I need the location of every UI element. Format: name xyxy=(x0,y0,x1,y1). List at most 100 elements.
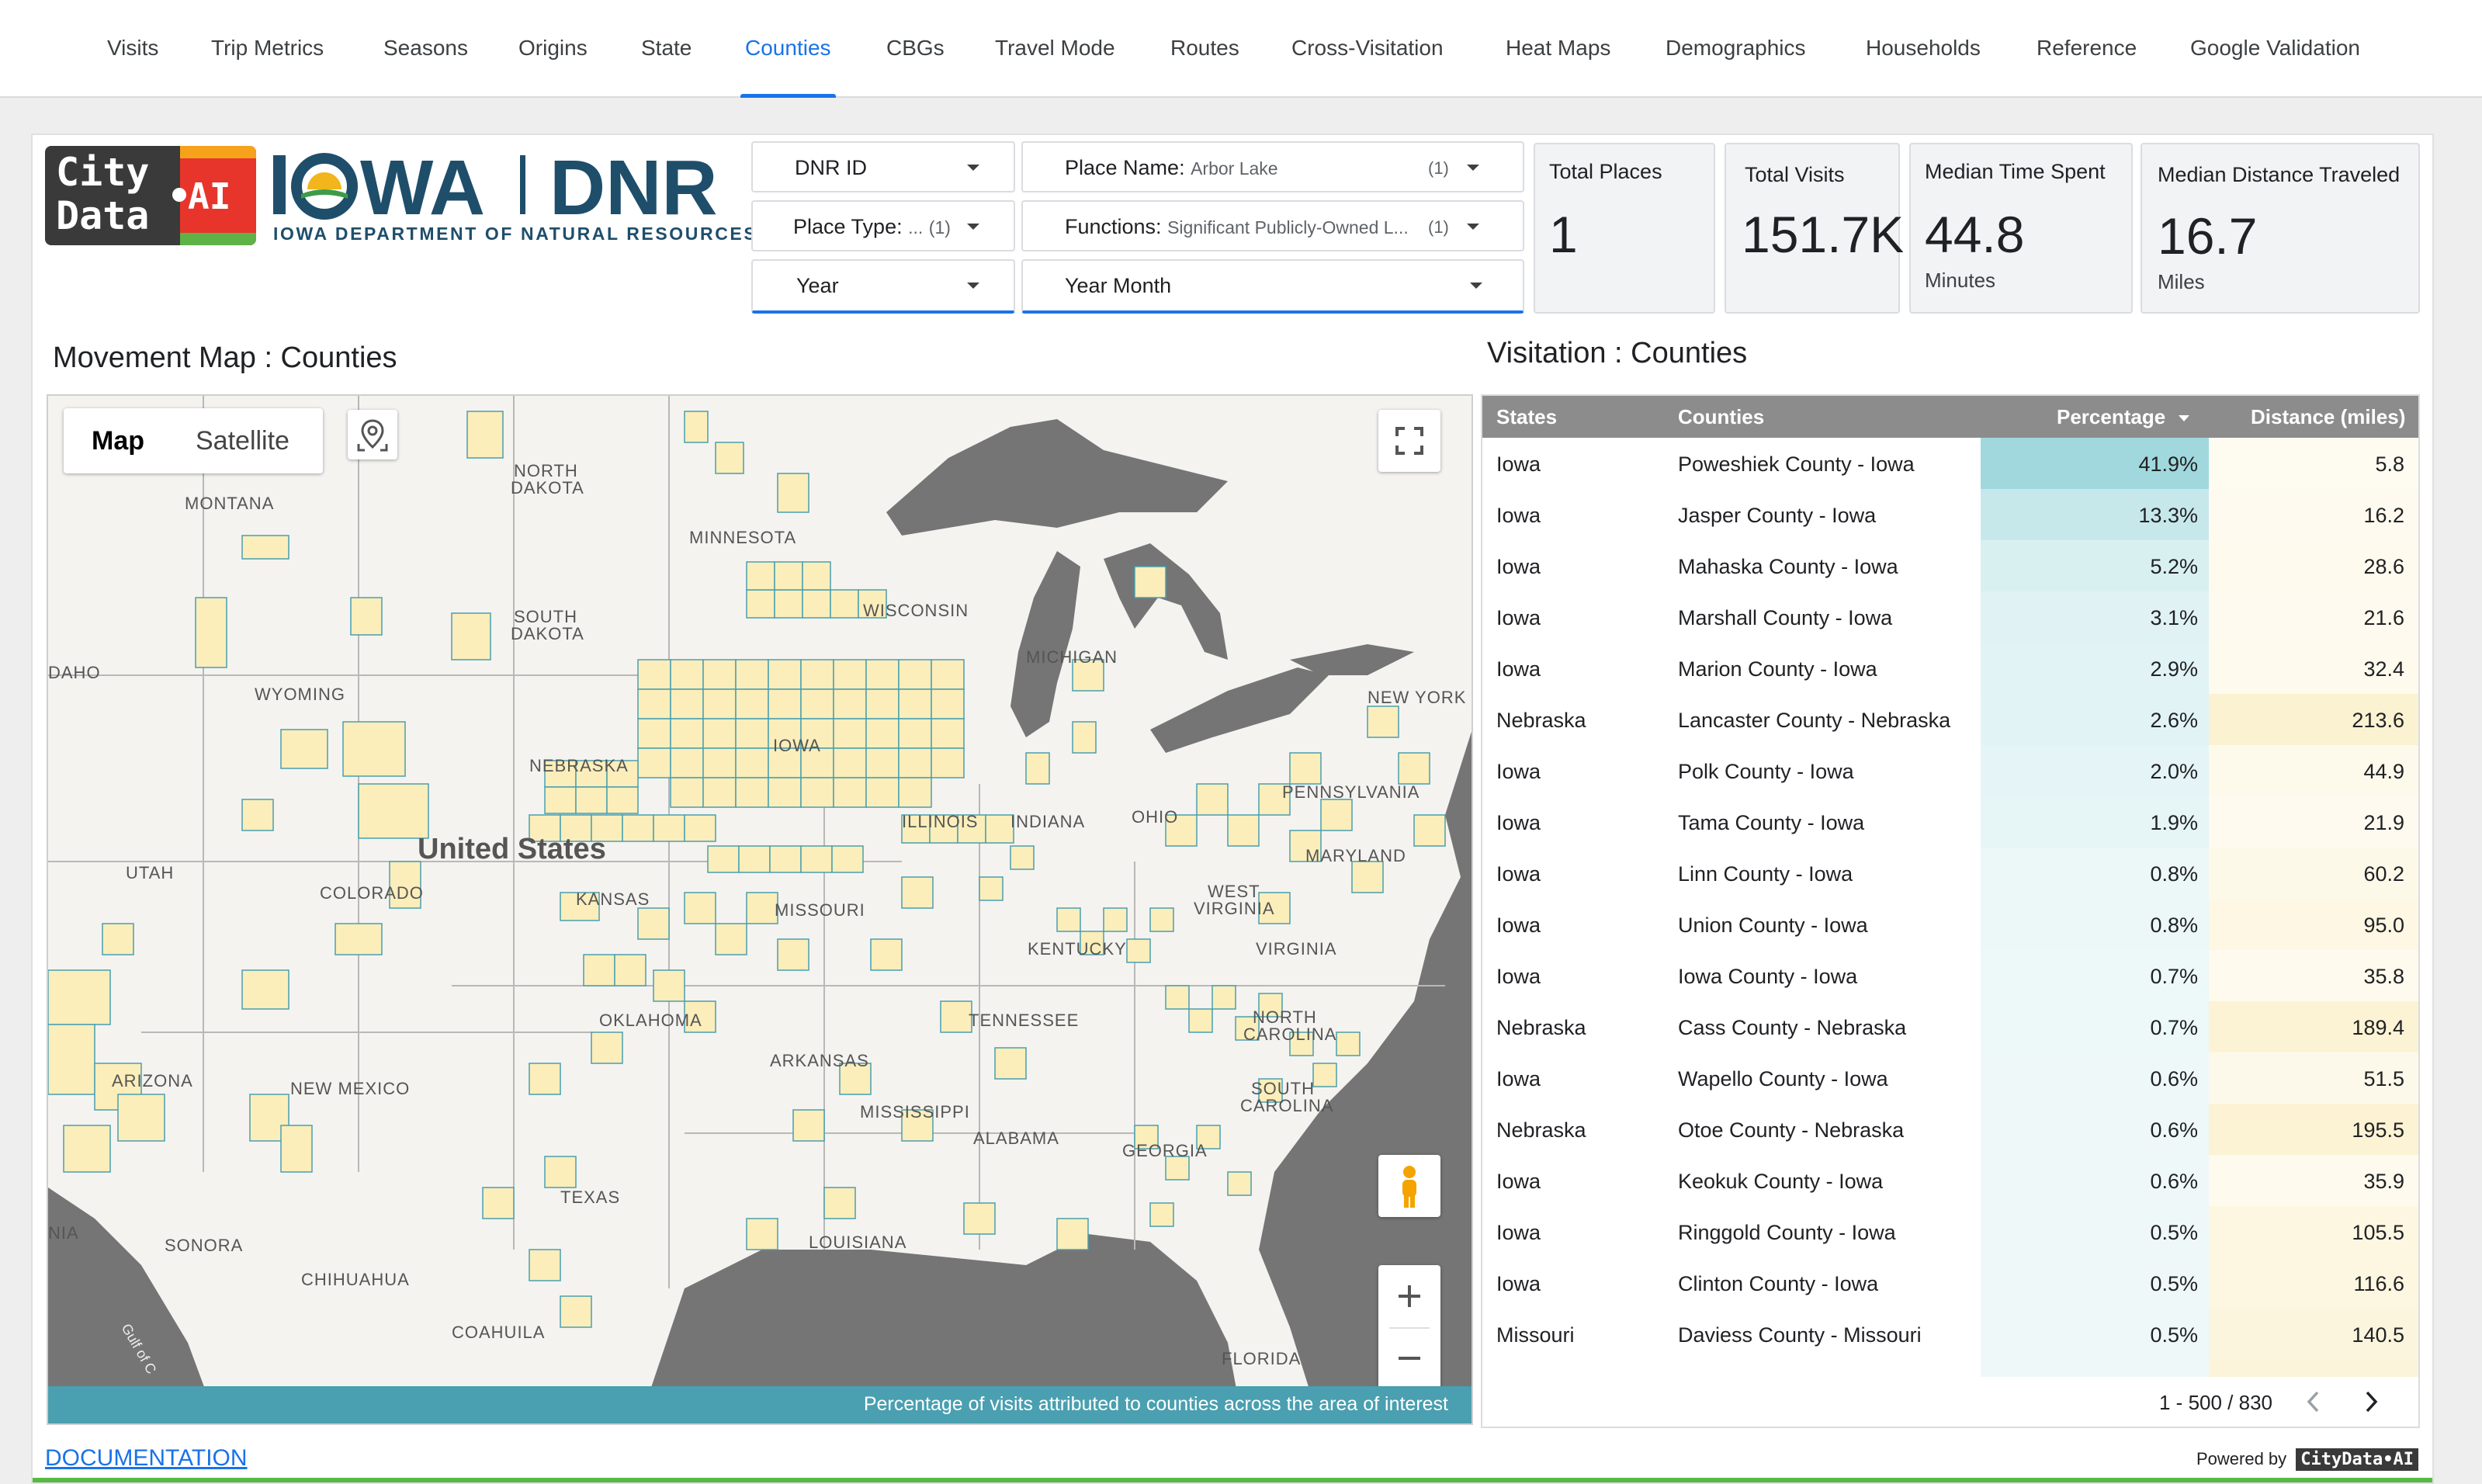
table-row[interactable]: MissouriMonroe County - Missouri0.5%157.… xyxy=(1482,1360,2418,1378)
cell-percentage: 41.9% xyxy=(2138,452,2198,476)
tab-origins[interactable]: Origins xyxy=(518,0,588,98)
cell-county: Daviess County - Missouri xyxy=(1678,1323,1922,1347)
fullscreen-button[interactable] xyxy=(1378,410,1440,472)
tab-reference[interactable]: Reference xyxy=(2037,0,2137,98)
tab-routes[interactable]: Routes xyxy=(1170,0,1239,98)
cell-percentage: 0.6% xyxy=(2150,1118,2198,1142)
cell-distance: 116.6 xyxy=(2353,1272,2404,1295)
svg-text:CHIHUAHUA: CHIHUAHUA xyxy=(301,1270,410,1289)
tab-heat-maps[interactable]: Heat Maps xyxy=(1506,0,1610,98)
year-month-filter[interactable]: Year Month xyxy=(1021,259,1524,314)
header-distance[interactable]: Distance (miles) xyxy=(2251,405,2405,429)
year-filter[interactable]: Year xyxy=(751,259,1015,314)
kpi-median-time-spent: Median Time Spent 44.8 Minutes xyxy=(1909,143,2133,314)
cell-distance: 21.9 xyxy=(2363,811,2404,834)
table-row[interactable]: Iowa Clinton County - Iowa 0.5% 116.6 xyxy=(1482,1257,2418,1309)
table-row[interactable]: Iowa Jasper County - Iowa 13.3% 16.2 xyxy=(1482,489,2418,540)
street-view-button[interactable] xyxy=(1378,1155,1440,1217)
tab-travel-mode[interactable]: Travel Mode xyxy=(995,0,1115,98)
dnr-id-filter[interactable]: DNR ID xyxy=(751,141,1015,192)
cell-distance: 189.4 xyxy=(2352,1016,2404,1039)
table-row[interactable]: Missouri Daviess County - Missouri 0.5% 140… xyxy=(1482,1309,2418,1360)
cell-state: Iowa xyxy=(1496,657,1541,681)
table-row[interactable]: Iowa Poweshiek County - Iowa 41.9% 5.8 xyxy=(1482,438,2418,489)
cell-distance: 44.9 xyxy=(2363,760,2404,783)
locate-button[interactable] xyxy=(348,410,397,459)
table-row[interactable]: Iowa Wapello County - Iowa 0.6% 51.5 xyxy=(1482,1052,2418,1104)
cell-percentage: 1.9% xyxy=(2150,811,2198,834)
cell-percentage: 0.7% xyxy=(2150,1016,2198,1039)
tab-seasons[interactable]: Seasons xyxy=(383,0,468,98)
cell-state: Iowa xyxy=(1496,555,1541,578)
place-name-filter[interactable]: Place Name: Arbor Lake (1) xyxy=(1021,141,1524,192)
cell-county: Iowa County - Iowa xyxy=(1678,965,1858,988)
table-row[interactable]: Iowa Marshall County - Iowa 3.1% 21.6 xyxy=(1482,591,2418,643)
citydata-logo: City Data AI xyxy=(45,146,256,245)
movement-map[interactable]: NORTH DAKOTA MONTANA MINNESOTA SOUTH DAKOT… xyxy=(47,394,1473,1425)
cell-percentage: 2.6% xyxy=(2150,709,2198,732)
cell-state: Nebraska xyxy=(1496,1118,1586,1142)
header-counties[interactable]: Counties xyxy=(1678,405,1764,429)
functions-filter[interactable]: Functions: Significant Publicly-Owned L.… xyxy=(1021,200,1524,251)
tab-counties[interactable]: Counties xyxy=(740,0,836,98)
tab-google-validation[interactable]: Google Validation xyxy=(2190,0,2360,98)
chevron-left-icon xyxy=(2307,1391,2319,1413)
table-row[interactable]: Iowa Union County - Iowa 0.8% 95.0 xyxy=(1482,899,2418,950)
header-percentage[interactable]: Percentage xyxy=(2057,405,2190,429)
svg-text:ARKANSAS: ARKANSAS xyxy=(770,1051,869,1070)
zoom-out-button[interactable] xyxy=(1378,1327,1440,1389)
cell-percentage: 0.8% xyxy=(2150,914,2198,937)
table-row[interactable]: Iowa Ringgold County - Iowa 0.5% 105.5 xyxy=(1482,1206,2418,1257)
map-type-map-button[interactable]: Map xyxy=(92,408,144,473)
chevron-down-icon xyxy=(1467,224,1479,230)
plus-icon xyxy=(1399,1285,1420,1307)
kpi-total-visits: Total Visits 151.7K xyxy=(1725,143,1904,314)
table-row[interactable]: Iowa Keokuk County - Iowa 0.6% 35.9 xyxy=(1482,1155,2418,1206)
table-row[interactable]: Nebraska Cass County - Nebraska 0.7% 189.4 xyxy=(1482,1001,2418,1052)
svg-text:DAKOTA: DAKOTA xyxy=(511,478,584,498)
svg-text:NIA: NIA xyxy=(48,1223,79,1243)
table-row[interactable]: Nebraska Otoe County - Nebraska 0.6% 195.5 xyxy=(1482,1104,2418,1155)
tab-trip-metrics[interactable]: Trip Metrics xyxy=(211,0,324,98)
cell-state: Iowa xyxy=(1496,1221,1541,1244)
table-row[interactable]: Iowa Iowa County - Iowa 0.7% 35.8 xyxy=(1482,950,2418,1001)
documentation-link[interactable]: DOCUMENTATION xyxy=(45,1445,248,1472)
zoom-in-button[interactable] xyxy=(1378,1265,1440,1327)
bottom-accent-line xyxy=(33,1478,2432,1482)
cell-distance: 195.5 xyxy=(2352,1118,2404,1142)
tab-state[interactable]: State xyxy=(641,0,692,98)
svg-text:UTAH: UTAH xyxy=(126,863,174,882)
svg-text:MISSISSIPPI: MISSISSIPPI xyxy=(860,1102,970,1122)
cell-state: Iowa xyxy=(1496,606,1541,629)
table-row[interactable]: Iowa Marion County - Iowa 2.9% 32.4 xyxy=(1482,643,2418,694)
cell-state: Iowa xyxy=(1496,1067,1541,1090)
table-row[interactable]: Iowa Polk County - Iowa 2.0% 44.9 xyxy=(1482,745,2418,796)
svg-text:OKLAHOMA: OKLAHOMA xyxy=(599,1011,702,1030)
cell-distance: 35.8 xyxy=(2363,965,2404,988)
svg-text:NEW YORK: NEW YORK xyxy=(1368,688,1466,707)
tab-demographics[interactable]: Demographics xyxy=(1666,0,1806,98)
tab-visits[interactable]: Visits xyxy=(107,0,158,98)
prev-page-button[interactable] xyxy=(2302,1388,2325,1421)
map-canvas[interactable]: NORTHDAKOTA MONTANA MINNESOTA SOUTHDAKOT… xyxy=(48,396,1473,1425)
cell-percentage: 0.7% xyxy=(2150,965,2198,988)
movement-map-title: Movement Map : Counties xyxy=(53,342,397,374)
table-row[interactable]: Iowa Mahaska County - Iowa 5.2% 28.6 xyxy=(1482,540,2418,591)
table-row[interactable]: Iowa Linn County - Iowa 0.8% 60.2 xyxy=(1482,848,2418,899)
place-type-filter[interactable]: Place Type: ... (1) xyxy=(751,200,1015,251)
map-type-satellite-button[interactable]: Satellite xyxy=(196,408,289,473)
svg-text:COLORADO: COLORADO xyxy=(320,883,424,903)
svg-text:ARIZONA: ARIZONA xyxy=(112,1071,193,1090)
header-states[interactable]: States xyxy=(1496,405,1557,429)
next-page-button[interactable] xyxy=(2359,1388,2383,1421)
cell-state: Iowa xyxy=(1496,452,1541,476)
table-row[interactable]: Nebraska Lancaster County - Nebraska 2.6% 2… xyxy=(1482,694,2418,745)
cell-county: Poweshiek County - Iowa xyxy=(1678,452,1915,476)
table-row[interactable]: Iowa Tama County - Iowa 1.9% 21.9 xyxy=(1482,796,2418,848)
svg-text:ALABAMA: ALABAMA xyxy=(973,1129,1059,1148)
tab-cbgs[interactable]: CBGs xyxy=(886,0,945,98)
tab-households[interactable]: Households xyxy=(1866,0,1981,98)
tab-cross-visitation[interactable]: Cross-Visitation xyxy=(1291,0,1444,98)
chevron-down-icon xyxy=(967,165,979,171)
cell-percentage: 0.5% xyxy=(2150,1272,2198,1295)
